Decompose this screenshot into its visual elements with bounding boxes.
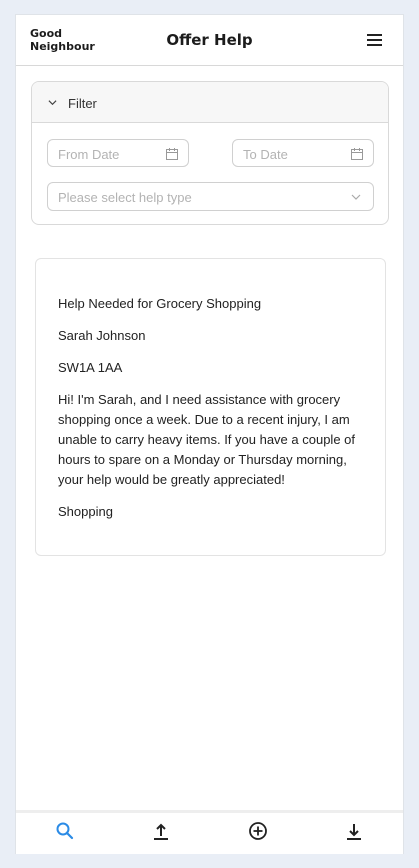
- add-circle-icon[interactable]: [248, 821, 268, 841]
- top-header: Good Neighbour Offer Help: [16, 15, 403, 66]
- request-title: Help Needed for Grocery Shopping: [58, 296, 262, 311]
- help-request-card[interactable]: Help Needed for Grocery Shopping Sarah J…: [35, 258, 386, 556]
- search-icon[interactable]: [55, 821, 75, 841]
- chevron-down-icon: [351, 194, 361, 200]
- from-date-input[interactable]: From Date: [47, 139, 189, 167]
- from-date-placeholder: From Date: [58, 147, 120, 162]
- page-title: Offer Help: [166, 31, 253, 49]
- requester-name: Sarah Johnson: [58, 328, 146, 343]
- request-description: Hi! I'm Sarah, and I need assistance wit…: [58, 392, 356, 487]
- upload-icon[interactable]: [151, 821, 171, 841]
- request-category: Shopping: [58, 504, 113, 519]
- app-frame: Good Neighbour Offer Help Filter From Da…: [15, 14, 404, 854]
- filter-label: Filter: [68, 96, 97, 111]
- filter-panel: Filter From Date To Date Please select h…: [31, 81, 389, 225]
- hamburger-menu-icon[interactable]: [367, 33, 382, 47]
- download-icon[interactable]: [344, 821, 364, 841]
- chevron-down-icon: [48, 100, 57, 106]
- to-date-placeholder: To Date: [243, 147, 288, 162]
- help-type-select[interactable]: Please select help type: [47, 182, 374, 211]
- filter-toggle[interactable]: Filter: [32, 82, 388, 123]
- to-date-input[interactable]: To Date: [232, 139, 374, 167]
- calendar-icon: [351, 148, 363, 160]
- calendar-icon: [166, 148, 178, 160]
- help-type-placeholder: Please select help type: [58, 190, 192, 205]
- request-postcode: SW1A 1AA: [58, 360, 123, 375]
- bottom-nav: [16, 810, 403, 854]
